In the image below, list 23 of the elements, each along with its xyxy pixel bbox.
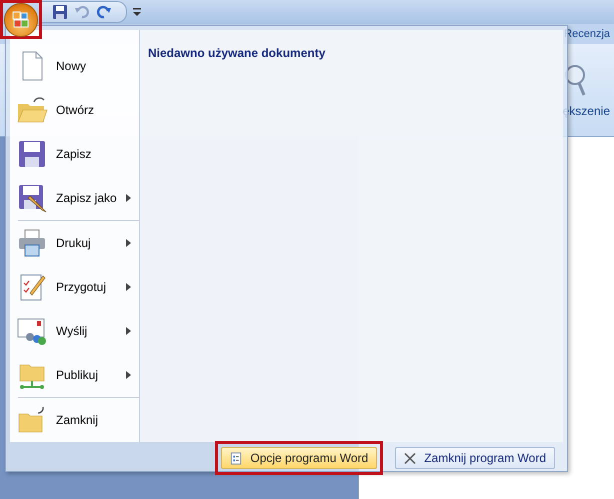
menu-footer-button[interactable]: Zamknij program Word (395, 447, 555, 469)
office-logo-icon (11, 10, 31, 30)
recent-documents-heading: Niedawno używane dokumenty (148, 46, 326, 60)
save-icon[interactable] (52, 4, 68, 20)
menu-item[interactable]: Otwórz (10, 88, 139, 132)
menu-icon (16, 182, 48, 214)
ribbon-tab[interactable]: Recenzja (564, 28, 610, 40)
menu-item[interactable]: Przygotuj (10, 265, 139, 309)
zoom-button[interactable]: ększenie (560, 64, 612, 118)
menu-item[interactable]: Drukuj (10, 221, 139, 265)
menu-item[interactable]: Publikuj (10, 353, 139, 397)
customize-toolbar-icon[interactable] (133, 7, 141, 17)
options-icon (230, 452, 242, 464)
menu-item[interactable]: Zamknij (10, 398, 139, 442)
menu-footer-button[interactable]: Opcje programu Word (221, 447, 378, 469)
menu-icon (16, 138, 48, 170)
menu-item[interactable]: Nowy (10, 44, 139, 88)
menu-icon (16, 227, 48, 259)
close-icon (404, 452, 416, 464)
redo-icon[interactable] (96, 4, 112, 20)
menu-item[interactable]: Wyślij (10, 309, 139, 353)
menu-item[interactable]: Zapisz jako (10, 176, 139, 220)
menu-item[interactable]: Zapisz (10, 132, 139, 176)
